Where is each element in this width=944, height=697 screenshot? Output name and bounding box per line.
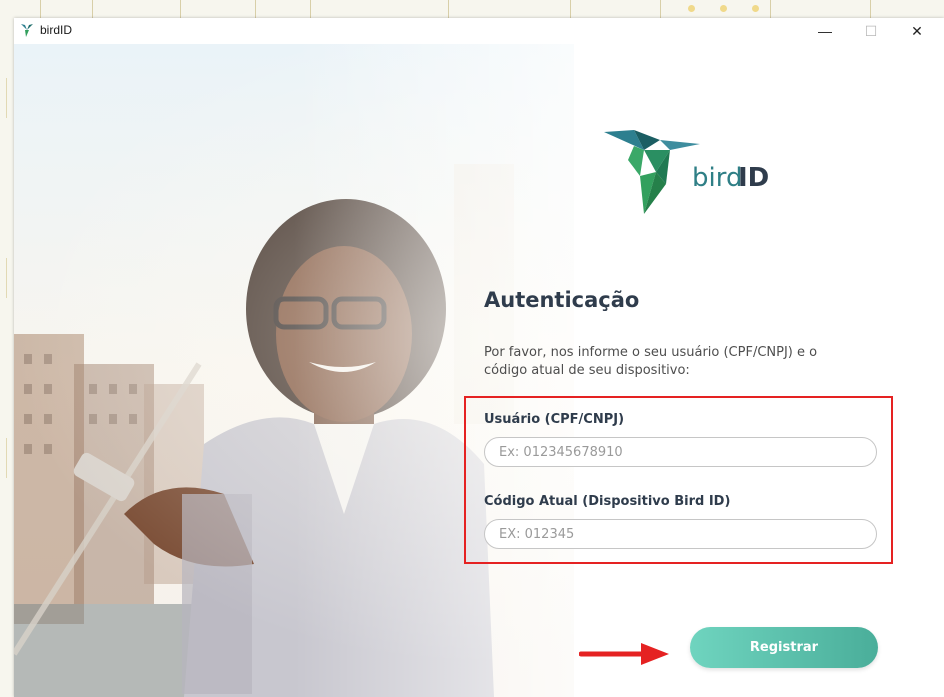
instructions-text: Por favor, nos informe o seu usuário (CP… <box>484 345 818 378</box>
desktop-line <box>570 0 571 18</box>
minimize-button[interactable]: — <box>802 18 848 44</box>
arrow-right-icon <box>579 643 669 665</box>
desktop-line <box>40 0 41 18</box>
logo-text-id: ID <box>738 163 769 193</box>
register-button[interactable]: Registrar <box>690 627 878 668</box>
maximize-button[interactable]: ☐ <box>848 18 894 44</box>
close-button[interactable]: ✕ <box>894 18 940 44</box>
logo-text-bird: bird <box>692 163 742 193</box>
page-title: Autenticação <box>484 288 640 312</box>
window-title: birdID <box>40 23 73 37</box>
user-cpf-cnpj-input[interactable] <box>484 437 877 467</box>
desktop-line <box>92 0 93 18</box>
desktop-background-left <box>0 18 14 697</box>
code-field-label: Código Atual (Dispositivo Bird ID) <box>484 494 731 509</box>
desktop-background-strip <box>0 0 944 18</box>
user-field-label: Usuário (CPF/CNPJ) <box>484 412 625 427</box>
desktop-line <box>660 0 661 18</box>
desktop-line <box>310 0 311 18</box>
desktop-line <box>255 0 256 18</box>
app-window: birdID — ☐ ✕ bird ID Autenticação Por fa… <box>14 18 944 697</box>
desktop-dot <box>688 5 695 12</box>
desktop-line <box>6 438 7 478</box>
title-bar[interactable]: birdID — ☐ ✕ <box>14 18 944 44</box>
birdid-logo: bird ID <box>604 130 769 214</box>
birdid-logo-icon <box>21 24 33 37</box>
desktop-line <box>770 0 771 18</box>
login-screen: bird ID Autenticação Por favor, nos info… <box>14 44 944 697</box>
desktop-line <box>6 78 7 118</box>
device-code-input[interactable] <box>484 519 877 549</box>
desktop-line <box>448 0 449 18</box>
desktop-line <box>870 0 871 18</box>
desktop-line <box>180 0 181 18</box>
desktop-line <box>6 258 7 298</box>
desktop-dot <box>752 5 759 12</box>
desktop-dot <box>720 5 727 12</box>
